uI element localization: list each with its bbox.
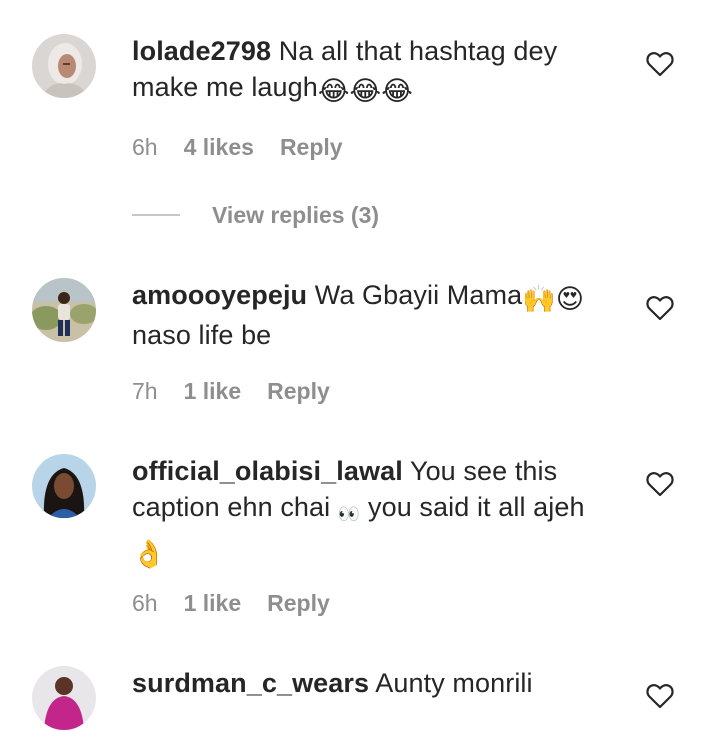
comment-meta: 6h 4 likes Reply bbox=[132, 134, 369, 161]
avatar[interactable] bbox=[32, 454, 96, 518]
view-replies[interactable]: View replies (3) bbox=[132, 200, 379, 230]
comment-likes[interactable]: 1 like bbox=[184, 590, 242, 616]
avatar[interactable] bbox=[32, 278, 96, 342]
comment-meta: 7h 1 like Reply bbox=[132, 378, 356, 405]
reply-button[interactable]: Reply bbox=[280, 134, 343, 160]
view-replies-label[interactable]: View replies (3) bbox=[212, 202, 379, 229]
comment-username[interactable]: amoooyepeju bbox=[132, 280, 307, 310]
comment-time: 6h bbox=[132, 134, 158, 160]
comment-text: Aunty monrili bbox=[375, 668, 533, 698]
comment-username[interactable]: official_olabisi_lawal bbox=[132, 456, 403, 486]
comment-emoji: 🙌😍 bbox=[522, 284, 585, 314]
avatar-image bbox=[32, 666, 96, 730]
avatar-image bbox=[32, 34, 96, 98]
comment-text: Wa Gbayii Mama bbox=[314, 280, 523, 310]
comment-username[interactable]: lolade2798 bbox=[132, 36, 271, 66]
heart-outline-icon[interactable] bbox=[646, 51, 674, 77]
avatar-image bbox=[32, 278, 96, 342]
comment-emoji: 👌 bbox=[132, 539, 166, 569]
heart-outline-icon[interactable] bbox=[646, 295, 674, 321]
comment-emoji-eyes: 👀 bbox=[337, 504, 361, 524]
comment-time: 7h bbox=[132, 378, 158, 404]
comment-likes[interactable]: 1 like bbox=[184, 378, 242, 404]
comment-body: official_olabisi_lawal You see this capt… bbox=[132, 453, 622, 572]
comment-text-continued: naso life be bbox=[132, 320, 272, 350]
comment-body: amoooyepeju Wa Gbayii Mama🙌😍 naso life b… bbox=[132, 277, 622, 353]
comment-emoji: 😂😂😂 bbox=[317, 76, 413, 106]
avatar[interactable] bbox=[32, 34, 96, 98]
replies-divider bbox=[132, 214, 180, 216]
comment-body: lolade2798 Na all that hashtag dey make … bbox=[132, 33, 622, 109]
avatar[interactable] bbox=[32, 666, 96, 730]
comment-text-continued: you said it all ajeh bbox=[367, 492, 585, 522]
heart-outline-icon[interactable] bbox=[646, 471, 674, 497]
heart-outline-icon[interactable] bbox=[646, 683, 674, 709]
comment-body: surdman_c_wears Aunty monrili bbox=[132, 665, 622, 701]
comment-meta: 6h 1 like Reply bbox=[132, 590, 356, 617]
reply-button[interactable]: Reply bbox=[267, 590, 330, 616]
avatar-image bbox=[32, 454, 96, 518]
reply-button[interactable]: Reply bbox=[267, 378, 330, 404]
comment-username[interactable]: surdman_c_wears bbox=[132, 668, 369, 698]
comment-time: 6h bbox=[132, 590, 158, 616]
comment-likes[interactable]: 4 likes bbox=[184, 134, 254, 160]
